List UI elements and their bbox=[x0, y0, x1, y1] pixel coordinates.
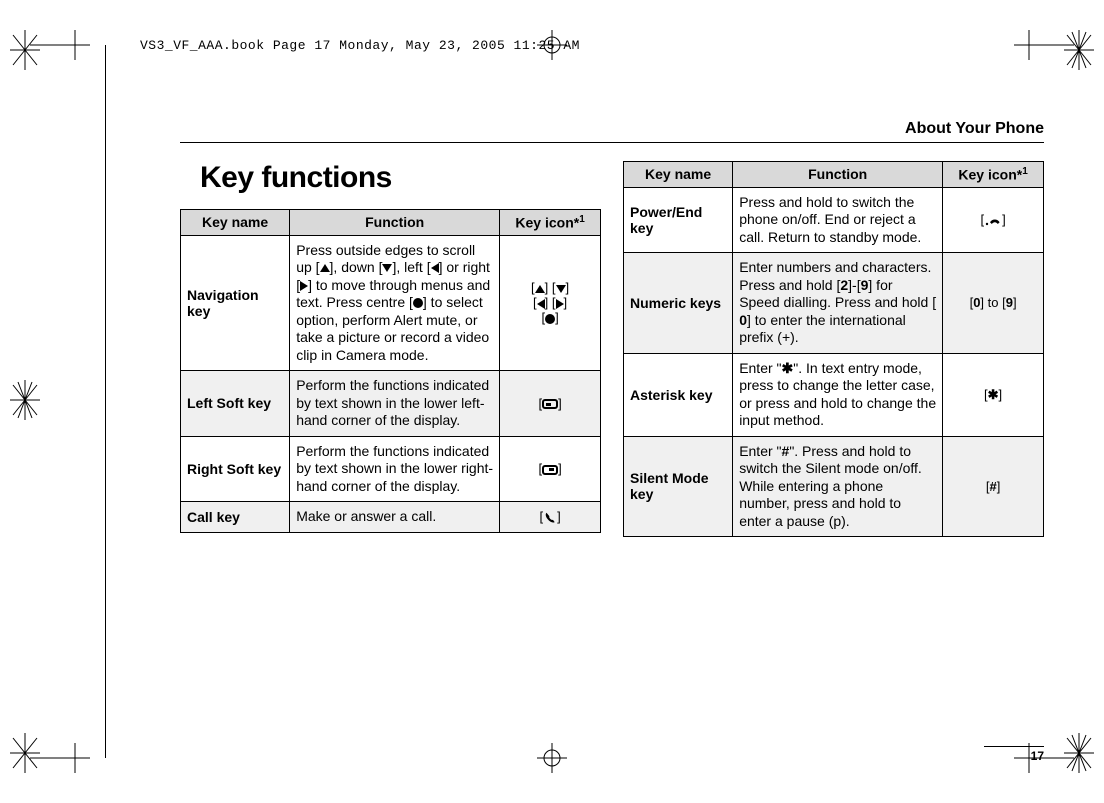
trim-line-left bbox=[105, 45, 106, 758]
key-icon-cell: [] [][] [][] bbox=[500, 235, 601, 371]
key-name-cell: Right Soft key bbox=[181, 436, 290, 502]
th-function: Function bbox=[290, 210, 500, 236]
left-column: Key functions Key name Function Key icon… bbox=[180, 161, 601, 537]
th-keyicon-sup: 1 bbox=[1022, 166, 1028, 177]
table-row: Asterisk keyEnter "✱". In text entry mod… bbox=[624, 353, 1044, 436]
th-keyname: Key name bbox=[624, 162, 733, 188]
key-functions-table-right: Key name Function Key icon*1 Power/End k… bbox=[623, 161, 1044, 537]
table-row: Right Soft keyPerform the functions indi… bbox=[181, 436, 601, 502]
key-name-cell: Call key bbox=[181, 502, 290, 533]
th-keyname: Key name bbox=[181, 210, 290, 236]
th-keyicon-text: Key icon* bbox=[515, 215, 579, 231]
key-function-cell: Enter "#". Press and hold to switch the … bbox=[733, 436, 943, 537]
key-name-cell: Numeric keys bbox=[624, 253, 733, 354]
color-bar-left-top bbox=[10, 30, 40, 70]
key-functions-table-left: Key name Function Key icon*1 Navigation … bbox=[180, 209, 601, 533]
running-head: About Your Phone bbox=[180, 120, 1044, 143]
right-column: Key name Function Key icon*1 Power/End k… bbox=[623, 161, 1044, 537]
color-bar-right-top bbox=[1064, 30, 1094, 70]
key-name-cell: Power/End key bbox=[624, 187, 733, 253]
content-columns: Key functions Key name Function Key icon… bbox=[180, 161, 1044, 537]
th-keyicon-text: Key icon* bbox=[958, 167, 1022, 183]
th-keyicon: Key icon*1 bbox=[500, 210, 601, 236]
page-body: About Your Phone Key functions Key name … bbox=[180, 120, 1074, 763]
section-title: Key functions bbox=[200, 161, 601, 195]
table-row: Left Soft keyPerform the functions indic… bbox=[181, 371, 601, 437]
key-name-cell: Silent Mode key bbox=[624, 436, 733, 537]
color-bar-left bbox=[10, 380, 40, 420]
key-icon-cell: [✱] bbox=[943, 353, 1044, 436]
page-number: 17 bbox=[984, 746, 1044, 763]
color-bar-left-bottom bbox=[10, 733, 40, 773]
table-row: Navigation keyPress outside edges to scr… bbox=[181, 235, 601, 371]
key-icon-cell: [] bbox=[943, 187, 1044, 253]
th-keyicon-sup: 1 bbox=[579, 214, 585, 225]
key-name-cell: Left Soft key bbox=[181, 371, 290, 437]
table-row: Power/End keyPress and hold to switch th… bbox=[624, 187, 1044, 253]
key-function-cell: Perform the functions indicated by text … bbox=[290, 436, 500, 502]
key-function-cell: Enter "✱". In text entry mode, press to … bbox=[733, 353, 943, 436]
key-icon-cell: [] bbox=[500, 436, 601, 502]
th-function: Function bbox=[733, 162, 943, 188]
table-row: Call keyMake or answer a call.[] bbox=[181, 502, 601, 533]
key-function-cell: Press and hold to switch the phone on/of… bbox=[733, 187, 943, 253]
table-row: Numeric keysEnter numbers and characters… bbox=[624, 253, 1044, 354]
key-function-cell: Enter numbers and characters. Press and … bbox=[733, 253, 943, 354]
key-function-cell: Perform the functions indicated by text … bbox=[290, 371, 500, 437]
key-function-cell: Press outside edges to scroll up [], dow… bbox=[290, 235, 500, 371]
th-keyicon: Key icon*1 bbox=[943, 162, 1044, 188]
key-function-cell: Make or answer a call. bbox=[290, 502, 500, 533]
table-row: Silent Mode keyEnter "#". Press and hold… bbox=[624, 436, 1044, 537]
key-icon-cell: [] bbox=[500, 371, 601, 437]
key-icon-cell: [0] to [9] bbox=[943, 253, 1044, 354]
document-header: VS3_VF_AAA.book Page 17 Monday, May 23, … bbox=[140, 38, 580, 53]
key-name-cell: Navigation key bbox=[181, 235, 290, 371]
key-icon-cell: [] bbox=[500, 502, 601, 533]
key-icon-cell: [#] bbox=[943, 436, 1044, 537]
key-name-cell: Asterisk key bbox=[624, 353, 733, 436]
